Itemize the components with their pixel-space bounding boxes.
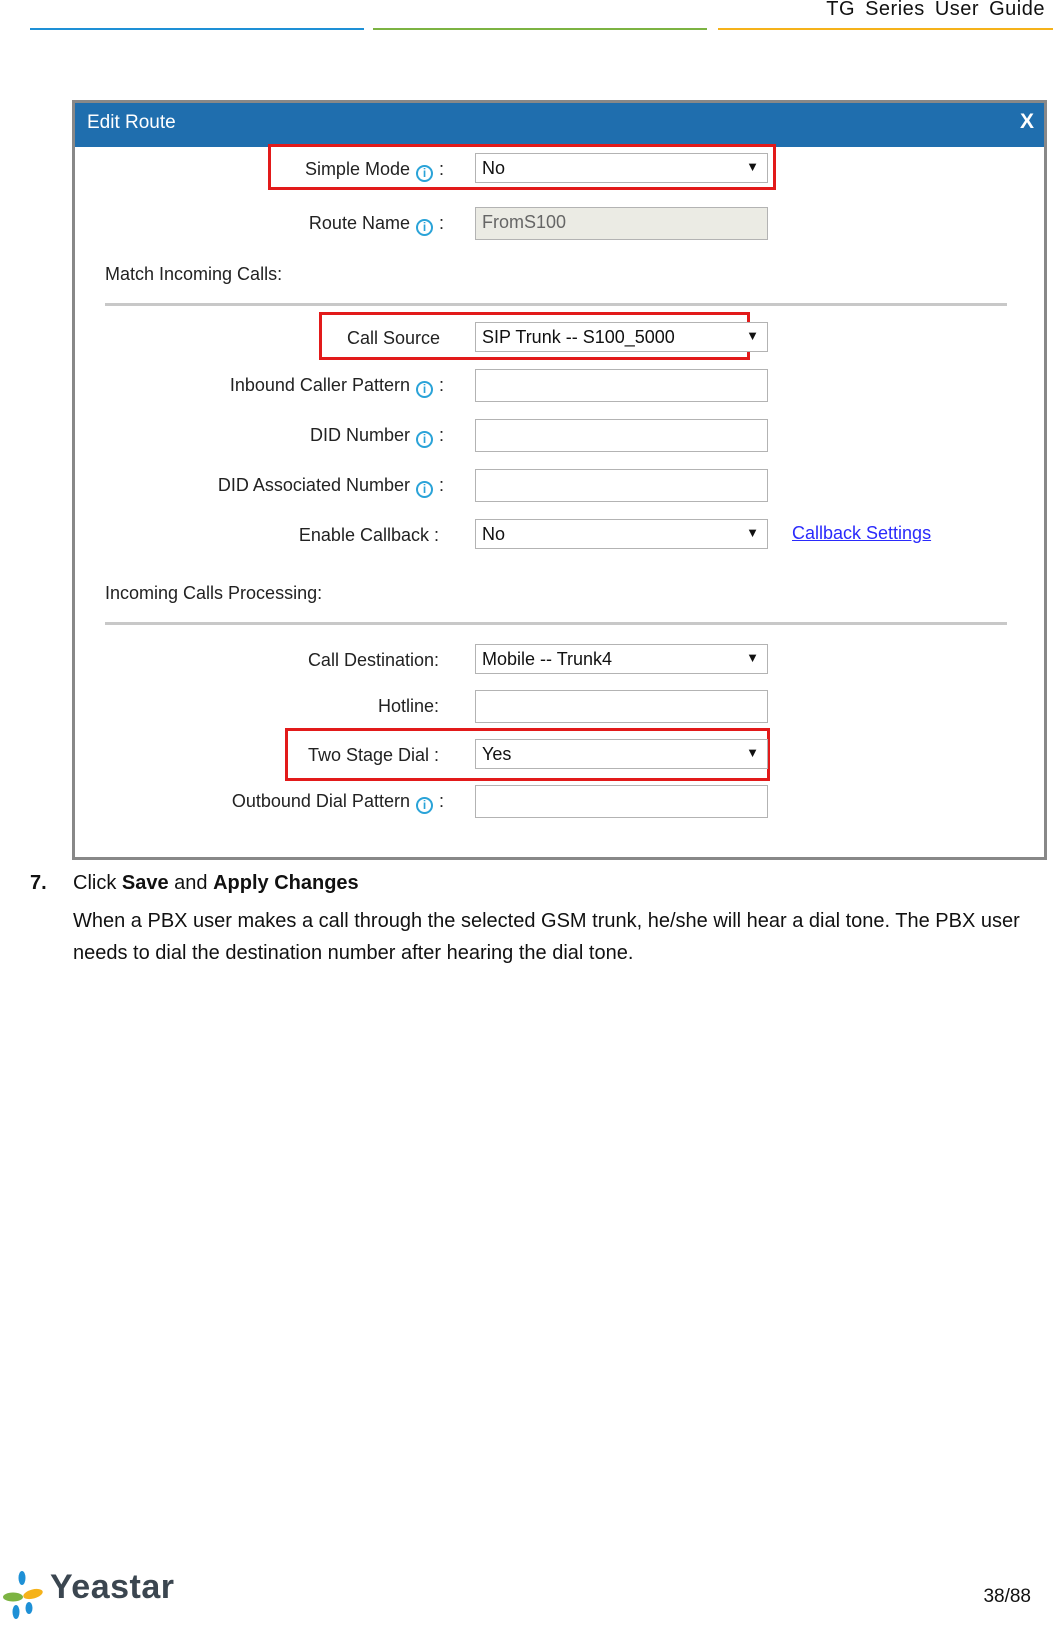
enable-callback-value: No <box>482 524 506 544</box>
header-rule-orange <box>718 28 1053 30</box>
dialog-header: Edit Route X <box>75 103 1044 147</box>
step-instruction: Click Save and Apply Changes <box>73 872 359 895</box>
colon: : <box>438 791 444 811</box>
two-stage-dial-select[interactable]: Yes ▼ <box>475 739 768 769</box>
enable-callback-label: Enable Callback : <box>299 525 439 546</box>
info-icon[interactable]: i <box>415 431 433 448</box>
two-stage-dial-label-text: Two Stage Dial : <box>307 745 439 765</box>
logo-text: Yeastar <box>50 1568 175 1606</box>
row-outbound-dial-pattern: Outbound Dial Pattern i: <box>75 785 1044 819</box>
row-inbound-caller-pattern: Inbound Caller Pattern i: <box>75 369 1044 403</box>
row-did-associated-number: DID Associated Number i: <box>75 469 1044 503</box>
row-call-source: Call Source SIP Trunk -- S100_5000 ▼ <box>75 322 1044 356</box>
call-source-label-text: Call Source <box>346 328 440 348</box>
outbound-dial-pattern-input[interactable] <box>475 785 768 818</box>
enable-callback-label-text: Enable Callback : <box>298 525 439 545</box>
edit-route-dialog: Edit Route X Simple Mode i: No ▼ Route Na… <box>72 100 1047 860</box>
simple-mode-label-text: Simple Mode <box>304 159 410 179</box>
colon: : <box>438 475 444 495</box>
call-destination-value: Mobile -- Trunk4 <box>482 649 613 669</box>
outbound-dial-pattern-label: Outbound Dial Pattern i: <box>232 791 444 814</box>
route-name-label: Route Name i: <box>309 213 444 236</box>
did-associated-number-label: DID Associated Number i: <box>218 475 444 498</box>
colon: : <box>438 375 444 395</box>
row-enable-callback: Enable Callback : No ▼ Callback Settings <box>75 519 1044 553</box>
step-prefix: Click <box>73 872 122 894</box>
simple-mode-label: Simple Mode i: <box>305 159 444 182</box>
doc-header-title: TG Series User Guide <box>826 0 1045 20</box>
info-icon[interactable]: i <box>415 381 433 398</box>
outbound-dial-pattern-label-text: Outbound Dial Pattern <box>231 791 410 811</box>
route-name-label-text: Route Name <box>308 213 410 233</box>
chevron-down-icon: ▼ <box>746 650 759 665</box>
did-associated-number-input[interactable] <box>475 469 768 502</box>
header-rule-green <box>373 28 707 30</box>
section-divider <box>105 622 1007 625</box>
simple-mode-value: No <box>482 158 506 178</box>
did-number-input[interactable] <box>475 419 768 452</box>
enable-callback-select[interactable]: No ▼ <box>475 519 768 549</box>
call-source-label: Call Source <box>347 328 440 349</box>
row-hotline: Hotline: <box>75 690 1044 724</box>
did-associated-number-label-text: DID Associated Number <box>217 475 410 495</box>
row-route-name: Route Name i: FromS100 <box>75 207 1044 241</box>
call-destination-label: Call Destination: <box>308 650 439 671</box>
colon: : <box>438 213 444 233</box>
save-term: Save <box>121 872 169 894</box>
close-icon[interactable]: X <box>1020 110 1034 134</box>
chevron-down-icon: ▼ <box>746 159 759 174</box>
chevron-down-icon: ▼ <box>746 745 759 760</box>
apply-changes-term: Apply Changes <box>213 872 359 894</box>
call-destination-label-text: Call Destination: <box>307 650 439 670</box>
inbound-caller-pattern-label: Inbound Caller Pattern i: <box>230 375 444 398</box>
two-stage-dial-value: Yes <box>482 744 512 764</box>
simple-mode-select[interactable]: No ▼ <box>475 153 768 183</box>
inbound-caller-pattern-label-text: Inbound Caller Pattern <box>229 375 410 395</box>
step-description: When a PBX user makes a call through the… <box>73 910 1020 964</box>
dialog-title: Edit Route <box>87 112 176 133</box>
section-match-incoming: Match Incoming Calls: <box>105 264 283 284</box>
info-icon[interactable]: i <box>415 165 433 182</box>
two-stage-dial-label: Two Stage Dial : <box>308 745 439 766</box>
chevron-down-icon: ▼ <box>746 525 759 540</box>
hotline-input[interactable] <box>475 690 768 723</box>
hotline-label-text: Hotline: <box>377 696 439 716</box>
route-name-value: FromS100 <box>482 212 567 232</box>
info-icon[interactable]: i <box>415 219 433 236</box>
row-did-number: DID Number i: <box>75 419 1044 453</box>
chevron-down-icon: ▼ <box>746 328 759 343</box>
info-icon[interactable]: i <box>415 481 433 498</box>
yeastar-logo-icon <box>3 1571 43 1619</box>
page-number: 38/88 <box>983 1586 1031 1607</box>
call-source-select[interactable]: SIP Trunk -- S100_5000 ▼ <box>475 322 768 352</box>
info-icon[interactable]: i <box>415 797 433 814</box>
call-destination-select[interactable]: Mobile -- Trunk4 ▼ <box>475 644 768 674</box>
row-simple-mode: Simple Mode i: No ▼ <box>75 153 1044 187</box>
step-number: 7. <box>30 872 47 894</box>
did-number-label-text: DID Number <box>309 425 410 445</box>
colon: : <box>438 159 444 179</box>
did-number-label: DID Number i: <box>310 425 444 448</box>
callback-settings-link[interactable]: Callback Settings <box>792 523 931 544</box>
inbound-caller-pattern-input[interactable] <box>475 369 768 402</box>
hotline-label: Hotline: <box>378 696 439 717</box>
call-source-value: SIP Trunk -- S100_5000 <box>482 327 675 347</box>
header-rule-blue <box>30 28 364 30</box>
section-incoming-processing: Incoming Calls Processing: <box>105 583 323 603</box>
section-divider <box>105 303 1007 306</box>
route-name-input[interactable]: FromS100 <box>475 207 768 240</box>
row-call-destination: Call Destination: Mobile -- Trunk4 ▼ <box>75 644 1044 678</box>
colon: : <box>438 425 444 445</box>
row-two-stage-dial: Two Stage Dial : Yes ▼ <box>75 739 1044 773</box>
step-and: and <box>168 872 214 894</box>
